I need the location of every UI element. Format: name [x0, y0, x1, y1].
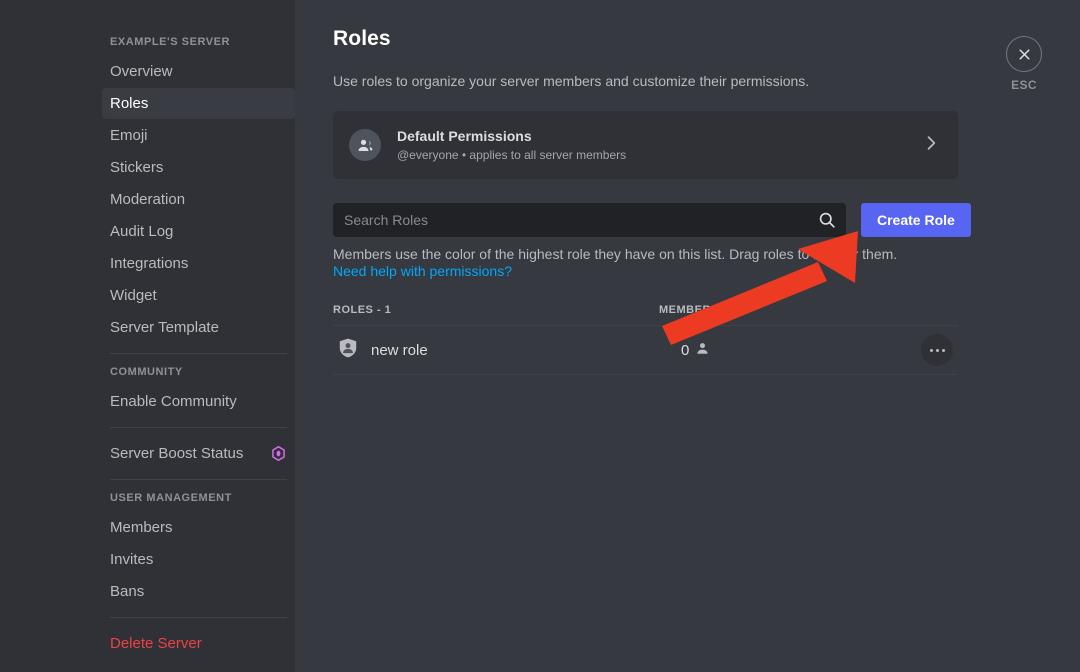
- default-permissions-card[interactable]: Default Permissions @everyone • applies …: [333, 111, 958, 179]
- sidebar-item-enable-community[interactable]: Enable Community: [102, 386, 295, 417]
- sidebar-item-emoji[interactable]: Emoji: [102, 120, 295, 151]
- sidebar-item-integrations[interactable]: Integrations: [102, 248, 295, 279]
- sidebar-item-server-template[interactable]: Server Template: [102, 312, 295, 343]
- discord-server-settings-window: EXAMPLE'S SERVER Overview Roles Emoji Sticke…: [0, 0, 1080, 672]
- member-count: 0: [681, 341, 690, 359]
- sidebar-group-label: EXAMPLE'S SERVER: [110, 36, 231, 48]
- column-header-members: MEMBERS: [659, 304, 719, 316]
- actions-cell: [888, 334, 958, 366]
- page-title: Roles: [333, 27, 391, 50]
- sidebar-item-label: Enable Community: [110, 393, 237, 410]
- close-settings-label: ESC: [1011, 78, 1037, 92]
- sidebar-item-label: Server Template: [110, 319, 219, 336]
- roles-hint: Members use the color of the highest rol…: [333, 246, 929, 280]
- sidebar-divider: [110, 479, 287, 480]
- sidebar-item-label: Invites: [110, 551, 154, 568]
- default-permissions-description: @everyone • applies to all server member…: [397, 148, 627, 162]
- sidebar-item-label: Server Boost Status: [110, 445, 244, 462]
- sidebar-item-bans[interactable]: Bans: [102, 576, 295, 607]
- create-role-button[interactable]: Create Role: [861, 203, 971, 237]
- close-icon[interactable]: [1006, 36, 1042, 72]
- role-cell: new role: [333, 337, 659, 364]
- sidebar-item-delete-server[interactable]: Delete Server: [102, 628, 295, 659]
- settings-sidebar-panel: EXAMPLE'S SERVER Overview Roles Emoji Sticke…: [0, 0, 295, 672]
- sidebar-item-label: Emoji: [110, 127, 148, 144]
- roles-table: ROLES - 1 MEMBERS new role 0: [333, 304, 958, 375]
- person-icon: [695, 341, 710, 360]
- sidebar-item-label: Bans: [110, 583, 145, 600]
- sidebar-item-stickers[interactable]: Stickers: [102, 152, 295, 183]
- roles-hint-text: Members use the color of the highest rol…: [333, 246, 898, 262]
- sidebar-item-label: Widget: [110, 287, 157, 304]
- people-icon: [349, 129, 381, 161]
- sidebar-item-audit-log[interactable]: Audit Log: [102, 216, 295, 247]
- sidebar-item-invites[interactable]: Invites: [102, 544, 295, 575]
- role-name: new role: [371, 341, 428, 359]
- sidebar-item-label: Stickers: [110, 159, 164, 176]
- members-cell: 0: [659, 341, 888, 360]
- sidebar-item-label: Audit Log: [110, 223, 174, 240]
- column-header-roles: ROLES - 1: [333, 304, 392, 316]
- permissions-help-link[interactable]: Need help with permissions?: [333, 263, 512, 279]
- roles-toolbar: Create Role: [333, 203, 971, 237]
- sidebar-item-label: Overview: [110, 63, 173, 80]
- default-permissions-title: Default Permissions: [397, 128, 532, 144]
- close-settings-button[interactable]: ESC: [1004, 36, 1044, 92]
- sidebar-divider: [110, 617, 287, 618]
- sidebar-item-overview[interactable]: Overview: [102, 56, 295, 87]
- sidebar-divider: [110, 427, 287, 428]
- sidebar-item-moderation[interactable]: Moderation: [102, 184, 295, 215]
- sidebar-item-label: Delete Server: [110, 635, 202, 652]
- sidebar-item-server-boost-status[interactable]: Server Boost Status: [102, 438, 295, 469]
- sidebar-divider: [110, 353, 287, 354]
- roles-page: Roles Use roles to organize your server …: [333, 26, 971, 375]
- sidebar-item-widget[interactable]: Widget: [102, 280, 295, 311]
- sidebar-item-roles[interactable]: Roles: [102, 88, 295, 119]
- page-subtitle: Use roles to organize your server member…: [333, 73, 810, 89]
- sidebar-item-label: Integrations: [110, 255, 189, 272]
- boost-gem-icon: [272, 438, 285, 469]
- more-options-icon[interactable]: [921, 334, 953, 366]
- sidebar-item-label: Moderation: [110, 191, 186, 208]
- table-row[interactable]: new role 0: [333, 325, 958, 375]
- default-permissions-text: Default Permissions @everyone • applies …: [397, 127, 921, 163]
- roles-table-body: new role 0: [333, 325, 958, 375]
- settings-sidebar: EXAMPLE'S SERVER Overview Roles Emoji Sticke…: [102, 0, 295, 660]
- search-icon[interactable]: [817, 210, 837, 230]
- roles-table-header: ROLES - 1 MEMBERS: [333, 304, 958, 325]
- settings-main-panel: Roles Use roles to organize your server …: [295, 0, 1080, 672]
- search-roles-box: [333, 203, 846, 237]
- search-input[interactable]: [333, 203, 846, 237]
- sidebar-item-members[interactable]: Members: [102, 512, 295, 543]
- sidebar-item-label: Members: [110, 519, 173, 536]
- shield-person-icon: [337, 337, 359, 364]
- chevron-right-icon: [921, 133, 941, 158]
- sidebar-item-label: Roles: [110, 95, 149, 112]
- sidebar-group-label: COMMUNITY: [110, 366, 183, 378]
- sidebar-group-label: USER MANAGEMENT: [110, 492, 232, 504]
